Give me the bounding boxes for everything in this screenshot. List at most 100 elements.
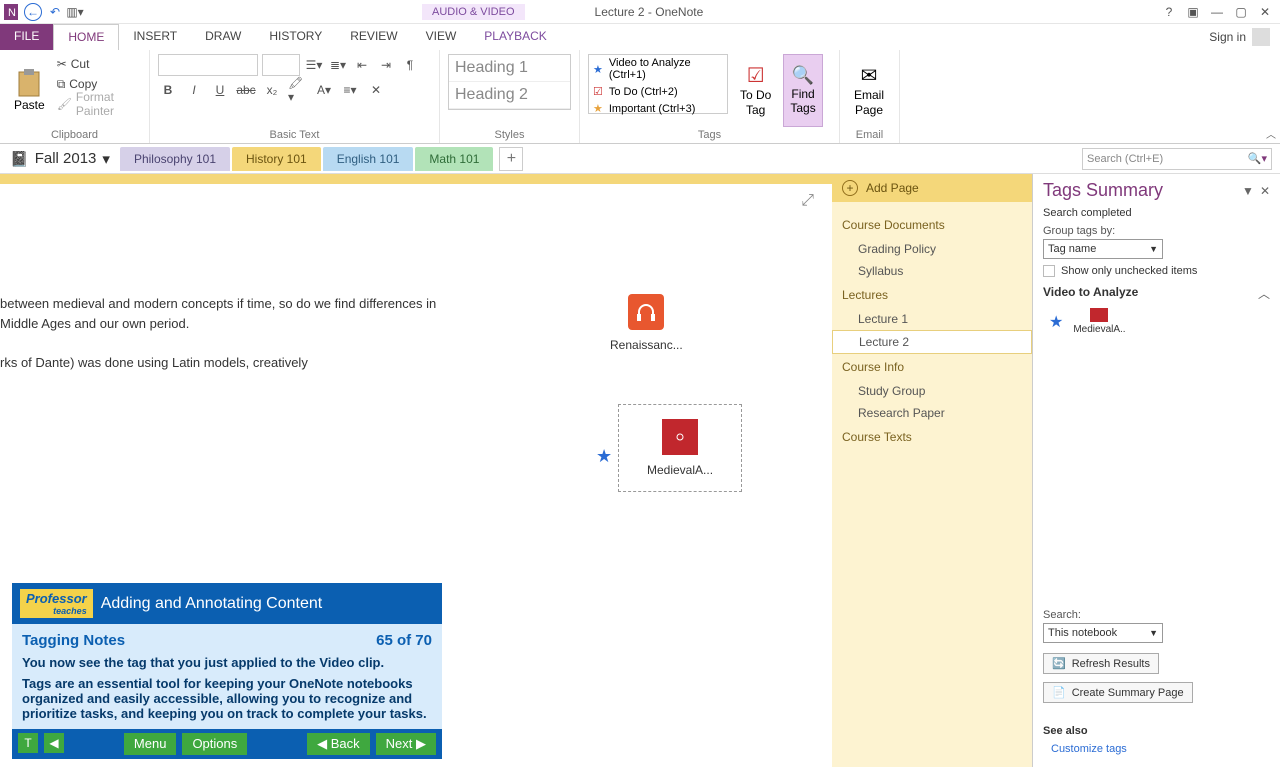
notebook-dropdown[interactable]: 📓 Fall 2013 ▾ [0,150,120,168]
highlight-button[interactable]: 🖍▾ [288,80,308,100]
numbering-button[interactable]: ≣▾ [328,55,348,75]
tutorial-next-button[interactable]: Next ▶ [376,733,436,755]
tags-status: Search completed [1043,207,1270,219]
page-study-group[interactable]: Study Group [832,380,1032,402]
clear-formatting-button[interactable]: ✕ [366,80,386,100]
format-painter-button[interactable]: 🖌Format Painter [57,94,141,114]
page-group-course-documents[interactable]: Course Documents [832,212,1032,238]
pane-dropdown-icon[interactable]: ▼ [1242,184,1254,198]
underline-button[interactable]: U [210,80,230,100]
search-input[interactable]: Search (Ctrl+E) 🔍▾ [1082,148,1272,170]
tab-history[interactable]: HISTORY [255,24,336,50]
help-icon[interactable]: ? [1162,5,1176,19]
tab-draw[interactable]: DRAW [191,24,255,50]
window-title: Lecture 2 - OneNote [595,5,704,19]
indent-button[interactable]: ⇥ [376,55,396,75]
add-page-button[interactable]: + Add Page [832,174,1032,202]
tag-item-todo[interactable]: ☑To Do (Ctrl+2) [589,83,727,100]
section-tab-english[interactable]: English 101 [323,147,414,171]
email-page-button[interactable]: ✉ Email Page [848,54,890,127]
ribbon-display-icon[interactable]: ▣ [1186,5,1200,19]
tag-star-icon: ★ [596,446,612,467]
todo-tag-button[interactable]: ☑ To Do Tag [734,54,777,127]
paragraph-align-button[interactable]: ¶ [400,55,420,75]
pane-close-icon[interactable]: ✕ [1260,184,1270,198]
page-lecture-2[interactable]: Lecture 2 [832,330,1032,354]
tab-insert[interactable]: INSERT [119,24,191,50]
style-heading1[interactable]: Heading 1 [449,55,570,82]
page-research-paper[interactable]: Research Paper [832,402,1032,424]
search-icon[interactable]: 🔍▾ [1248,152,1267,165]
headphones-icon [628,294,664,330]
bullets-button[interactable]: ☰▾ [304,55,324,75]
tag-result-item[interactable]: ★ MedievalA.. [1043,302,1270,335]
collapse-ribbon-icon[interactable]: ︿ [1266,126,1276,141]
brush-icon: 🖌 [57,97,72,111]
tab-file[interactable]: FILE [0,24,53,50]
create-summary-button[interactable]: 📄Create Summary Page [1043,682,1193,703]
page-group-lectures[interactable]: Lectures [832,282,1032,308]
undo-icon[interactable]: ↶ [48,5,62,19]
sign-in-link[interactable]: Sign in [1199,24,1280,50]
paste-button[interactable]: Paste [8,54,51,127]
tags-gallery[interactable]: ★Video to Analyze (Ctrl+1) ☑To Do (Ctrl+… [588,54,728,114]
section-tab-math[interactable]: Math 101 [415,147,493,171]
tutorial-menu-button[interactable]: Menu [124,733,177,755]
outdent-button[interactable]: ⇤ [352,55,372,75]
tutorial-body: Tagging Notes 65 of 70 You now see the t… [12,624,442,729]
customize-tags-link[interactable]: Customize tags [1051,743,1270,755]
font-name-input[interactable] [158,54,258,76]
add-section-button[interactable]: + [499,147,523,171]
tag-group-video[interactable]: Video to Analyze ︿ [1043,285,1270,302]
italic-button[interactable]: I [184,80,204,100]
cut-button[interactable]: ✂Cut [57,54,141,74]
audio-attachment[interactable]: Renaissanc... [610,294,683,352]
section-tab-philosophy[interactable]: Philosophy 101 [120,147,230,171]
tutorial-sound-button[interactable]: ◀ [44,733,64,753]
qat-more-icon[interactable]: ▥▾ [68,5,82,19]
star-icon: ★ [593,63,603,76]
sign-in-label: Sign in [1209,30,1246,44]
tag-item-important[interactable]: ★Important (Ctrl+3) [589,100,727,117]
video-label: MedievalA... [647,463,713,477]
expand-icon[interactable]: ⤢ [801,192,814,210]
styles-gallery[interactable]: Heading 1 Heading 2 [448,54,571,110]
tutorial-options-button[interactable]: Options [182,733,247,755]
section-tab-history[interactable]: History 101 [232,147,321,171]
page-lecture-1[interactable]: Lecture 1 [832,308,1032,330]
page-group-course-texts[interactable]: Course Texts [832,424,1032,450]
tab-view[interactable]: VIEW [412,24,471,50]
tutorial-back-button[interactable]: ◀ Back [307,733,370,755]
tab-review[interactable]: REVIEW [336,24,411,50]
audio-label: Renaissanc... [610,338,683,352]
tab-playback[interactable]: PLAYBACK [470,24,560,50]
restore-icon[interactable]: ▢ [1234,5,1248,19]
font-color-button[interactable]: A▾ [314,80,334,100]
find-tags-button[interactable]: 🔍 Find Tags [783,54,822,127]
chevron-down-icon: ▾ [102,150,110,168]
minimize-icon[interactable]: — [1210,5,1224,19]
font-size-input[interactable] [262,54,300,76]
subscript-button[interactable]: x₂ [262,80,282,100]
search-scope-dropdown[interactable]: This notebook▼ [1043,623,1163,643]
back-icon[interactable]: ← [24,3,42,21]
ribbon-tabs: FILE HOME INSERT DRAW HISTORY REVIEW VIE… [0,24,1280,50]
style-heading2[interactable]: Heading 2 [449,82,570,109]
page-grading-policy[interactable]: Grading Policy [832,238,1032,260]
page-syllabus[interactable]: Syllabus [832,260,1032,282]
tab-home[interactable]: HOME [53,24,119,50]
align-button[interactable]: ≡▾ [340,80,360,100]
refresh-results-button[interactable]: 🔄Refresh Results [1043,653,1159,674]
strikethrough-button[interactable]: abc [236,80,256,100]
unchecked-only-checkbox[interactable]: Show only unchecked items [1043,265,1270,277]
collapse-icon[interactable]: ︿ [1258,285,1270,302]
bold-button[interactable]: B [158,80,178,100]
page-canvas[interactable]: ⤢ between medieval and modern concepts i… [0,174,832,767]
tutorial-t-button[interactable]: T [18,733,38,753]
video-attachment[interactable]: MedievalA... [618,404,742,492]
note-text[interactable]: between medieval and modern concepts if … [0,294,436,372]
page-group-course-info[interactable]: Course Info [832,354,1032,380]
groupby-dropdown[interactable]: Tag name▼ [1043,239,1163,259]
tag-item-video[interactable]: ★Video to Analyze (Ctrl+1) [589,55,727,83]
close-icon[interactable]: ✕ [1258,5,1272,19]
